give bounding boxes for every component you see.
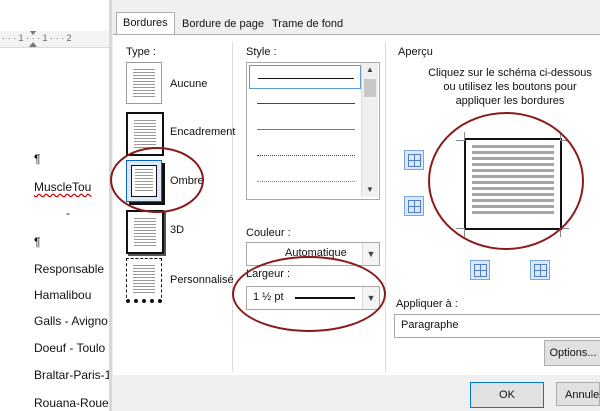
- tab-trame-de-fond[interactable]: Trame de fond: [266, 14, 349, 34]
- apercu-instructions: Cliquez sur le schéma ci-dessous ou util…: [428, 67, 592, 107]
- annotation-ellipse: [428, 112, 584, 250]
- line-sample: [257, 155, 355, 156]
- style-list[interactable]: [246, 62, 380, 200]
- border-top-icon: [408, 154, 421, 167]
- style-item-solid-gray[interactable]: [249, 117, 361, 141]
- border-right-icon: [534, 264, 547, 277]
- line-sample: [257, 129, 355, 130]
- borders-dialog: Bordures Bordure de page Trame de fond T…: [110, 0, 600, 411]
- ruler: · · · 1 · · · 1 · · · 2: [0, 31, 112, 48]
- style-heading: Style :: [246, 46, 277, 58]
- options-button[interactable]: Options...: [544, 340, 600, 366]
- preset-label-3d[interactable]: 3D: [170, 224, 184, 236]
- border-inside-icon: [408, 200, 421, 213]
- doc-line: Braltar-Paris-1: [34, 368, 112, 382]
- preset-aucune-button[interactable]: [126, 62, 162, 104]
- line-sample: [257, 181, 355, 182]
- annotation-ellipse: [232, 256, 386, 332]
- preset-label-personnalise[interactable]: Personnalisé: [170, 274, 234, 286]
- divider: [232, 42, 233, 372]
- preview-lines: [134, 120, 156, 148]
- doc-line: Hamalibou: [34, 288, 92, 302]
- doc-line: Responsable: [34, 262, 105, 276]
- ruler-text: · · · 1 · · · 1 · · · 2: [2, 33, 72, 43]
- annotation-ellipse: [110, 147, 204, 213]
- doc-line: ¶: [34, 235, 41, 249]
- doc-line: ¶: [34, 152, 41, 166]
- doc-line: Rouana-Rouen: [34, 396, 116, 410]
- doc-line: MuscleTou: [34, 180, 92, 194]
- preview-lines: [133, 265, 155, 293]
- preview-lines: [134, 218, 156, 246]
- style-item-dotted-fine[interactable]: [249, 169, 361, 193]
- tab-bordures[interactable]: Bordures: [116, 12, 175, 35]
- tab-bar: Bordures Bordure de page Trame de fond: [112, 12, 600, 35]
- tab-bordure-de-page[interactable]: Bordure de page: [176, 14, 270, 34]
- style-item-solid[interactable]: [249, 65, 361, 89]
- preset-3d-button[interactable]: [126, 210, 164, 254]
- apercu-heading: Aperçu: [398, 46, 433, 58]
- style-scrollbar[interactable]: ▲ ▼: [361, 63, 378, 197]
- appliquer-label: Appliquer à :: [396, 298, 458, 310]
- border-right-button[interactable]: [530, 260, 550, 280]
- document-area: · · · 1 · · · 1 · · · 2 ¶ MuscleTou - ¶ …: [0, 0, 116, 411]
- style-item-solid-thin[interactable]: [249, 91, 361, 115]
- ok-button[interactable]: OK: [470, 382, 544, 408]
- preview-lines: [133, 69, 155, 97]
- border-inside-h-button[interactable]: [404, 196, 424, 216]
- preset-label-encadrement[interactable]: Encadrement: [170, 126, 235, 138]
- line-sample: [258, 78, 354, 79]
- doc-line: Galls - Avigno: [34, 314, 108, 328]
- scroll-down-icon[interactable]: ▼: [362, 183, 378, 197]
- chevron-down-icon[interactable]: ▼: [362, 243, 379, 265]
- border-left-button[interactable]: [470, 260, 490, 280]
- appliquer-value: Paragraphe: [401, 319, 459, 331]
- type-heading: Type :: [126, 46, 156, 58]
- line-sample: [257, 103, 355, 104]
- doc-line: Doeuf - Toulo: [34, 341, 106, 355]
- divider: [385, 42, 386, 372]
- cancel-button[interactable]: Annuler: [556, 382, 600, 406]
- couleur-label: Couleur :: [246, 227, 291, 239]
- scroll-up-icon[interactable]: ▲: [362, 63, 378, 77]
- border-top-button[interactable]: [404, 150, 424, 170]
- border-left-icon: [474, 264, 487, 277]
- preset-label-aucune[interactable]: Aucune: [170, 78, 207, 90]
- appliquer-select[interactable]: Paragraphe: [394, 314, 600, 338]
- doc-line: -: [66, 206, 70, 220]
- preset-personnalise-button[interactable]: [126, 258, 162, 303]
- style-item-dotted[interactable]: [249, 143, 361, 167]
- scroll-thumb[interactable]: [364, 79, 376, 97]
